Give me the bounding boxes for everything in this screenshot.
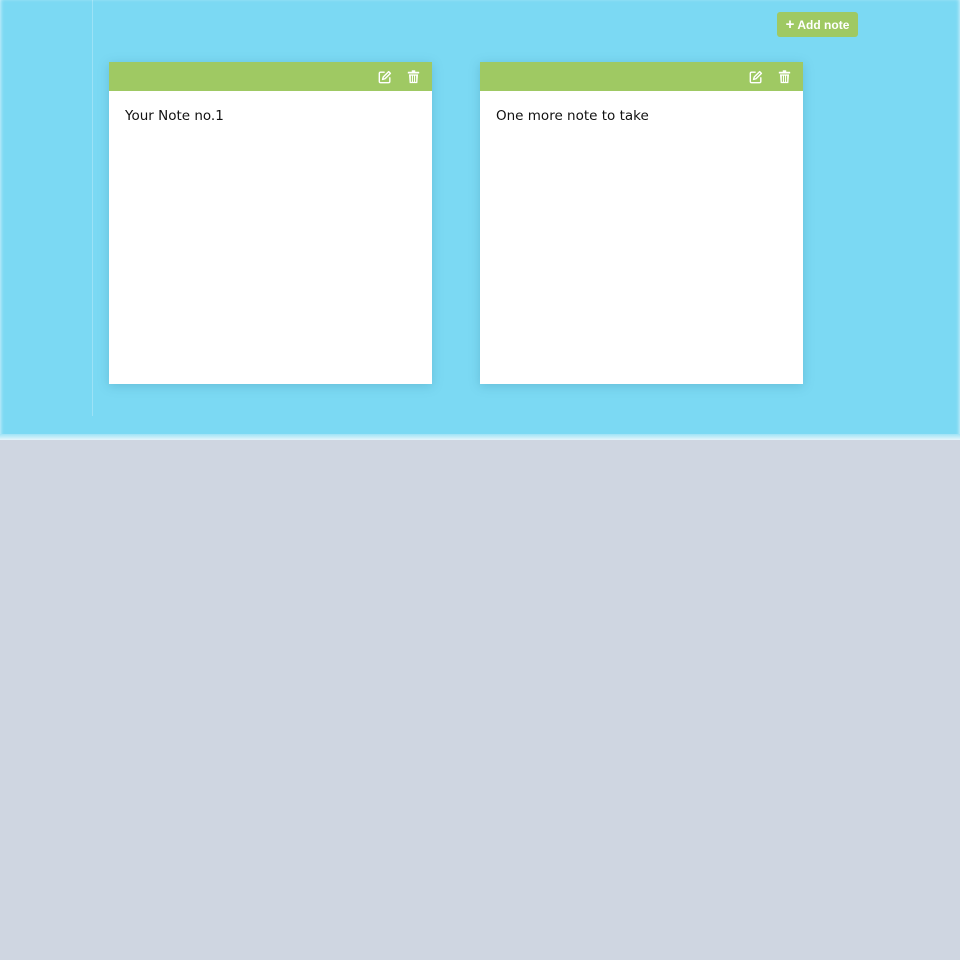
trash-icon[interactable] — [405, 68, 422, 85]
container-edge — [92, 0, 93, 416]
plus-icon: + — [785, 16, 795, 33]
edit-icon[interactable] — [747, 68, 764, 85]
note-card: Your Note no.1 — [109, 62, 432, 384]
note-tools — [747, 62, 793, 91]
note-card: One more note to take — [480, 62, 803, 384]
note-header — [109, 62, 432, 91]
add-note-button[interactable]: + Add note — [777, 12, 858, 37]
notes-app: + Add note Your Note no.1 One more note … — [0, 0, 960, 440]
trash-icon[interactable] — [776, 68, 793, 85]
note-text[interactable]: Your Note no.1 — [109, 91, 432, 141]
note-header — [480, 62, 803, 91]
add-note-label: Add note — [797, 17, 850, 32]
note-text[interactable]: One more note to take — [480, 91, 803, 141]
note-tools — [376, 62, 422, 91]
edit-icon[interactable] — [376, 68, 393, 85]
